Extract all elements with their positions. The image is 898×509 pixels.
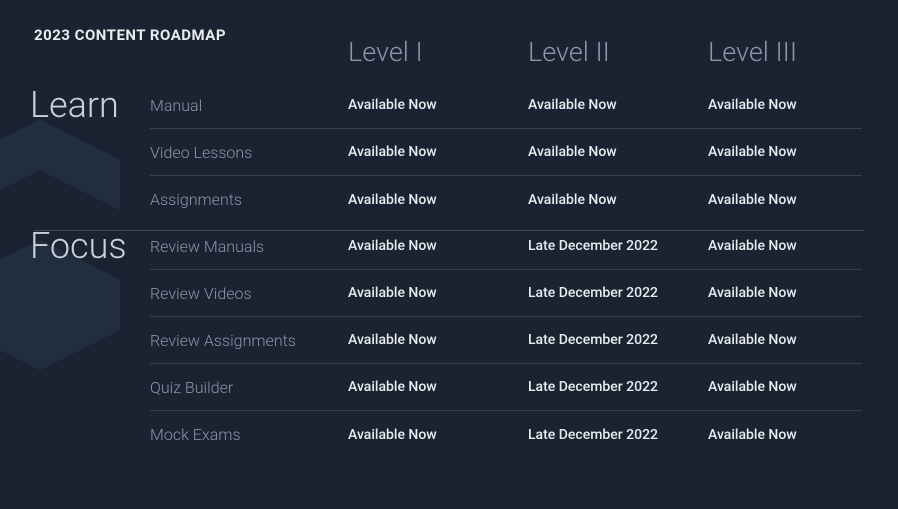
table-row: Manual Available Now Available Now Avail… <box>150 82 862 129</box>
cell-level-1: Available Now <box>348 192 528 208</box>
item-label: Manual <box>150 96 348 115</box>
column-headers: Level I Level II Level III <box>150 36 862 68</box>
cell-level-1: Available Now <box>348 144 528 160</box>
cell-level-2: Late December 2022 <box>528 285 708 301</box>
table-row: Assignments Available Now Available Now … <box>150 176 862 223</box>
cell-level-2: Available Now <box>528 144 708 160</box>
cell-level-1: Available Now <box>348 427 528 443</box>
cell-level-2: Late December 2022 <box>528 238 708 254</box>
cell-level-3: Available Now <box>708 144 848 160</box>
cell-level-2: Late December 2022 <box>528 379 708 395</box>
cell-level-3: Available Now <box>708 379 848 395</box>
cell-level-3: Available Now <box>708 332 848 348</box>
section-label-focus: Focus <box>30 223 150 458</box>
table-row: Mock Exams Available Now Late December 2… <box>150 411 862 458</box>
section-learn: Learn Manual Available Now Available Now… <box>30 82 862 223</box>
column-header-level-2: Level II <box>528 36 708 68</box>
section-label-learn: Learn <box>30 82 150 223</box>
section-focus: Focus Review Manuals Available Now Late … <box>30 223 862 458</box>
item-label: Assignments <box>150 190 348 209</box>
cell-level-2: Available Now <box>528 97 708 113</box>
table-row: Review Assignments Available Now Late De… <box>150 317 862 364</box>
table-row: Review Videos Available Now Late Decembe… <box>150 270 862 317</box>
item-label: Review Assignments <box>150 331 348 350</box>
section-divider <box>34 230 864 231</box>
cell-level-1: Available Now <box>348 285 528 301</box>
table-row: Video Lessons Available Now Available No… <box>150 129 862 176</box>
cell-level-2: Late December 2022 <box>528 332 708 348</box>
item-label: Quiz Builder <box>150 378 348 397</box>
cell-level-1: Available Now <box>348 379 528 395</box>
column-header-level-3: Level III <box>708 36 848 68</box>
item-label: Video Lessons <box>150 143 348 162</box>
cell-level-2: Late December 2022 <box>528 427 708 443</box>
cell-level-3: Available Now <box>708 192 848 208</box>
item-label: Review Videos <box>150 284 348 303</box>
item-label: Review Manuals <box>150 237 348 256</box>
cell-level-1: Available Now <box>348 97 528 113</box>
cell-level-3: Available Now <box>708 285 848 301</box>
column-header-level-1: Level I <box>348 36 528 68</box>
roadmap-table: Level I Level II Level III Learn Manual … <box>30 36 862 458</box>
table-row: Quiz Builder Available Now Late December… <box>150 364 862 411</box>
cell-level-2: Available Now <box>528 192 708 208</box>
item-label: Mock Exams <box>150 425 348 444</box>
cell-level-3: Available Now <box>708 97 848 113</box>
cell-level-1: Available Now <box>348 238 528 254</box>
cell-level-3: Available Now <box>708 427 848 443</box>
cell-level-1: Available Now <box>348 332 528 348</box>
cell-level-3: Available Now <box>708 238 848 254</box>
